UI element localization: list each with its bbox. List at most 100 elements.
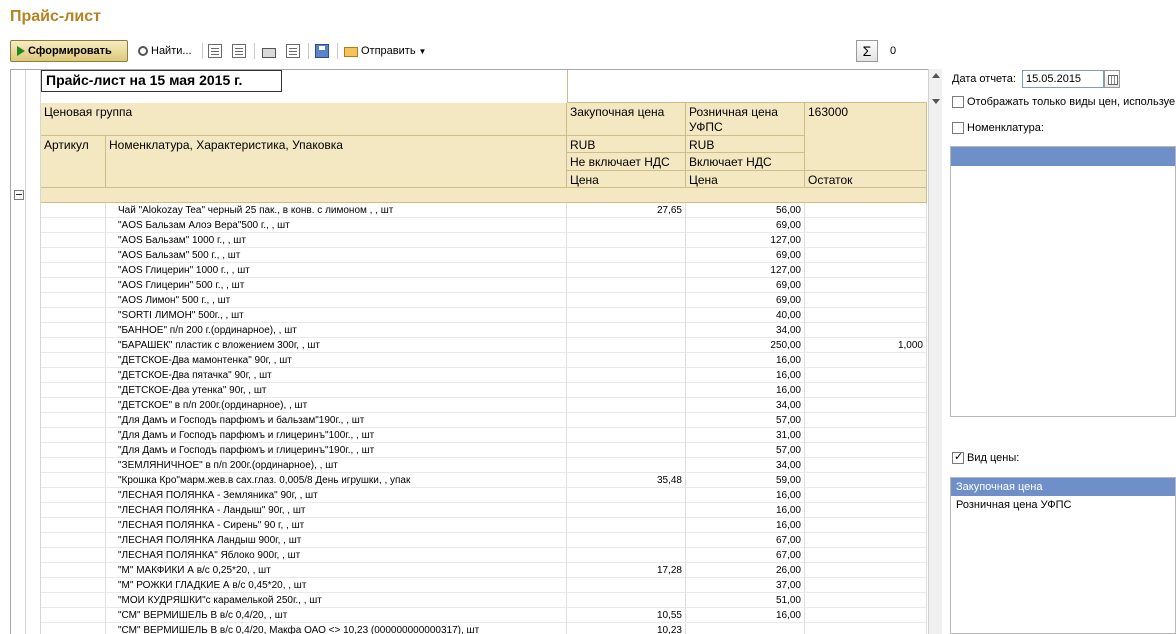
cell-purchase-price (567, 428, 686, 443)
table-row[interactable]: Чай "Alokozay Tea" черный 25 пак., в кон… (41, 203, 927, 218)
table-row[interactable]: "Для Дамъ и Господъ парфюмъ и глицеринъ"… (41, 443, 927, 458)
table-row[interactable]: "ЛЕСНАЯ ПОЛЯНКА" Яблоко 900г, , шт 67,00 (41, 548, 927, 563)
only-price-types-checkbox[interactable] (952, 96, 964, 108)
spreadsheet[interactable]: Прайс-лист на 15 мая 2015 г. Ценовая гру… (10, 69, 928, 634)
table-row[interactable]: "Для Дамъ и Господъ парфюмъ и бальзам"19… (41, 413, 927, 428)
cell-stock (805, 548, 927, 563)
table-row[interactable]: "AOS Бальзам" 1000 г., , шт 127,00 (41, 233, 927, 248)
cell-article (41, 278, 106, 293)
price-type-checkbox[interactable] (952, 450, 964, 464)
cell-article (41, 578, 106, 593)
header-price-group: Ценовая группа (41, 103, 567, 136)
sum-value: 0 (890, 45, 897, 57)
cell-nomenclature: "БАРАШЕК" пластик с вложением 300г, , шт (106, 338, 567, 353)
table-row[interactable]: "Крошка Кро"марм.жев.в сах.глаз. 0,005/8… (41, 473, 927, 488)
cell-purchase-price (567, 218, 686, 233)
cell-nomenclature: "Крошка Кро"марм.жев.в сах.глаз. 0,005/8… (106, 473, 567, 488)
vertical-scrollbar[interactable] (928, 69, 942, 634)
cell-stock (805, 203, 927, 218)
collapse-icon[interactable] (14, 190, 24, 200)
date-input[interactable] (1022, 70, 1104, 88)
cell-retail-price: 69,00 (686, 218, 805, 233)
table-row[interactable]: "БАННОЕ" п/п 200 г.(ординарное), , шт 34,… (41, 323, 927, 338)
cell-stock (805, 518, 927, 533)
toolbar-separator (337, 43, 338, 59)
cell-article (41, 608, 106, 623)
toolbar-separator (308, 43, 309, 59)
price-type-item[interactable]: Закупочная цена (951, 478, 1175, 496)
cell-article (41, 248, 106, 263)
cell-nomenclature: "SORTI ЛИМОН" 500г., , шт (106, 308, 567, 323)
cell-purchase-price (567, 458, 686, 473)
header-vat-retail: Включает НДС (686, 153, 805, 171)
table-row[interactable]: "ДЕТСКОЕ-Два пятачка" 90г, , шт 16,00 (41, 368, 927, 383)
cell-purchase-price (567, 293, 686, 308)
table-row[interactable]: "СМ" ВЕРМИШЕЛЬ В в/с 0,4/20, Макфа ОАО <… (41, 623, 927, 634)
cell-purchase-price (567, 518, 686, 533)
send-button[interactable]: Отправить ▼ (344, 40, 426, 62)
cell-article (41, 353, 106, 368)
table-row[interactable]: "ДЕТСКОЕ-Два мамонтенка" 90г, , шт 16,00 (41, 353, 927, 368)
scroll-down-icon[interactable] (932, 99, 940, 104)
table-row[interactable]: "ДЕТСКОЕ" в п/п 200г.(ординарное), , шт 3… (41, 398, 927, 413)
cell-stock (805, 578, 927, 593)
table-row[interactable]: "AOS Глицерин" 500 г., , шт 69,00 (41, 278, 927, 293)
cell-purchase-price (567, 443, 686, 458)
print-button[interactable] (262, 40, 276, 62)
cell-nomenclature: "AOS Глицерин" 500 г., , шт (106, 278, 567, 293)
cell-purchase-price (567, 413, 686, 428)
cell-nomenclature: "Для Дамъ и Господъ парфюмъ и глицеринъ"… (106, 443, 567, 458)
table-row[interactable]: "ЛЕСНАЯ ПОЛЯНКА - Сирень" 90 г, , шт 16,0… (41, 518, 927, 533)
table-row[interactable]: "М" МАКФИКИ А в/с 0,25*20, , шт 17,28 26,0… (41, 563, 927, 578)
table-row[interactable]: "БАРАШЕК" пластик с вложением 300г, , шт… (41, 338, 927, 353)
table-row[interactable]: "М" РОЖКИ ГЛАДКИЕ А в/с 0,45*20, , шт 37,… (41, 578, 927, 593)
cell-nomenclature: "ЗЕМЛЯНИЧНОЕ" в п/п 200г.(ординарное), ,… (106, 458, 567, 473)
calendar-icon[interactable] (1104, 70, 1120, 88)
printer-icon (262, 47, 276, 58)
header-currency-retail: RUB (686, 136, 805, 153)
cell-stock: 1,000 (805, 338, 927, 353)
preview-button[interactable] (286, 40, 300, 62)
table-row[interactable]: "ЛЕСНАЯ ПОЛЯНКА - Ландыш" 90г, , шт 16,00 (41, 503, 927, 518)
table-row[interactable]: "СМ" ВЕРМИШЕЛЬ В в/с 0,4/20, , шт 10,55 16… (41, 608, 927, 623)
cell-retail-price: 51,00 (686, 593, 805, 608)
sum-button[interactable]: Σ (856, 40, 878, 62)
table-row[interactable]: "Для Дамъ и Господъ парфюмъ и глицеринъ"… (41, 428, 927, 443)
table-row[interactable]: "AOS Бальзам" 500 г., , шт 69,00 (41, 248, 927, 263)
cell-article (41, 338, 106, 353)
table-row[interactable]: "AOS Глицерин" 1000 г., , шт 127,00 (41, 263, 927, 278)
table-row[interactable]: "МОИ КУДРЯШКИ"с карамелькой 250г., , шт 5… (41, 593, 927, 608)
cell-stock (805, 608, 927, 623)
price-type-item[interactable]: Розничная цена УФПС (951, 496, 1175, 514)
cell-retail-price: 67,00 (686, 548, 805, 563)
find-button[interactable]: Найти... (138, 40, 192, 62)
cell-article (41, 443, 106, 458)
envelope-icon (344, 47, 358, 57)
cell-stock (805, 413, 927, 428)
scroll-up-icon[interactable] (932, 73, 940, 78)
table-row[interactable]: "ЛЕСНАЯ ПОЛЯНКА - Земляника" 90г, , шт 16… (41, 488, 927, 503)
generate-button[interactable]: Сформировать (10, 40, 128, 62)
price-type-list[interactable]: Закупочная цена Розничная цена УФПС (950, 477, 1176, 634)
nomenclature-list[interactable] (950, 146, 1176, 417)
nomenclature-checkbox[interactable] (952, 122, 964, 134)
find-label: Найти... (151, 45, 192, 57)
table-row[interactable]: "ЗЕМЛЯНИЧНОЕ" в п/п 200г.(ординарное), ,… (41, 458, 927, 473)
cell-retail-price: 34,00 (686, 398, 805, 413)
table-row[interactable]: "ЛЕСНАЯ ПОЛЯНКА Ландыш 900г, , шт 67,00 (41, 533, 927, 548)
table-row[interactable]: "ДЕТСКОЕ-Два утенка" 90г, , шт 16,00 (41, 383, 927, 398)
floppy-icon (315, 44, 329, 58)
cell-retail-price: 31,00 (686, 428, 805, 443)
copy-button[interactable] (208, 40, 222, 62)
dropdown-arrow-icon: ▼ (418, 46, 427, 56)
save-button[interactable] (315, 40, 329, 62)
table-row[interactable]: "AOS Лимон" 500 г., , шт 69,00 (41, 293, 927, 308)
table-row[interactable]: "AOS Бальзам Алоэ Вера"500 г., , шт 69,00 (41, 218, 927, 233)
cell-article (41, 503, 106, 518)
header-stock-code: 163000 (805, 103, 927, 171)
paste-button[interactable] (232, 40, 246, 62)
nomenclature-label: Номенклатура: (967, 122, 1044, 134)
cell-stock (805, 368, 927, 383)
table-row[interactable]: "SORTI ЛИМОН" 500г., , шт 40,00 (41, 308, 927, 323)
cell-purchase-price: 27,65 (567, 203, 686, 218)
